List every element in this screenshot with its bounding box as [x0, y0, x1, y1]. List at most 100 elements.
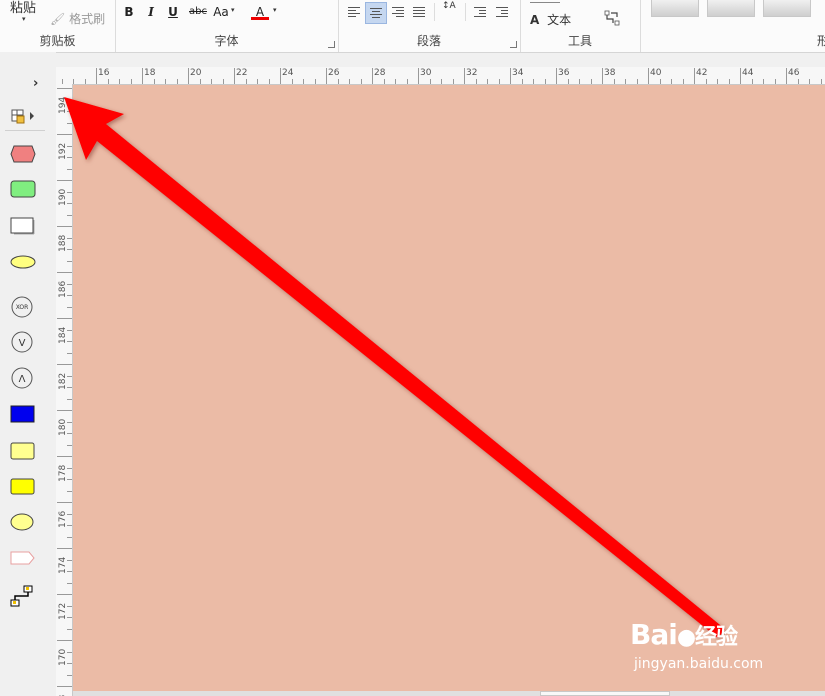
ruler-minor-tick — [556, 79, 557, 84]
ruler-minor-tick — [67, 491, 72, 492]
text-tool-icon: A — [530, 13, 540, 27]
format-painter-button[interactable]: 🖌 格式刷 — [50, 10, 105, 27]
ruler-minor-tick — [67, 157, 72, 158]
shape-xor-gate[interactable]: XOR — [10, 295, 34, 322]
ruler-label: 36 — [558, 68, 570, 78]
tools-group: A 文本 工具 — [520, 0, 641, 52]
style-preset-2[interactable] — [707, 0, 755, 17]
ruler-minor-tick — [67, 387, 72, 388]
ruler-minor-tick — [67, 583, 72, 584]
paragraph-dialog-launcher-icon[interactable] — [510, 41, 517, 48]
chevron-down-icon: ▾ — [231, 6, 235, 14]
shape-and-gate[interactable]: Λ — [10, 366, 34, 393]
shape-connector[interactable] — [10, 584, 36, 611]
align-right-icon[interactable] — [390, 4, 406, 20]
format-painter-label: 格式刷 — [69, 12, 106, 26]
justify-icon[interactable] — [411, 4, 427, 20]
clipboard-group-label: 剪贴板 — [39, 34, 76, 48]
ruler-minor-tick — [67, 123, 72, 124]
shape-or-gate[interactable]: V — [10, 330, 34, 357]
ruler-minor-tick — [717, 79, 718, 84]
ruler-minor-tick — [533, 79, 534, 84]
font-dialog-launcher-icon[interactable] — [328, 41, 335, 48]
ruler-vertical: 1941921901881861841821801781761741721701… — [56, 84, 73, 696]
library-icon[interactable] — [11, 109, 34, 125]
ruler-minor-tick — [67, 629, 72, 630]
ruler-minor-tick — [67, 284, 72, 285]
shape-rect-white[interactable] — [10, 217, 36, 238]
ruler-minor-tick — [67, 353, 72, 354]
horizontal-scrollbar[interactable] — [73, 691, 825, 696]
ruler-minor-tick — [177, 79, 178, 84]
style-preset-1[interactable] — [651, 0, 699, 17]
ruler-minor-tick — [200, 79, 201, 84]
ruler-horizontal: 16 18 20 22 24 26 28 30 32 34 36 38 40 42 44 46 — [56, 67, 825, 85]
ruler-minor-tick — [67, 307, 72, 308]
ruler-label: 28 — [374, 68, 386, 78]
drawing-canvas[interactable] — [73, 85, 825, 691]
text-tool-button[interactable]: A 文本 — [530, 11, 571, 28]
ruler-minor-tick — [499, 79, 500, 84]
ruler-minor-tick — [602, 79, 603, 84]
align-left-icon[interactable] — [346, 4, 362, 20]
ruler-minor-tick — [545, 79, 546, 84]
shape-ellipse-light-yellow[interactable] — [10, 513, 36, 534]
ruler-minor-tick — [67, 318, 72, 319]
expand-sidebar-button[interactable]: › — [33, 76, 38, 91]
ruler-minor-tick — [67, 88, 72, 89]
horizontal-scrollbar-thumb[interactable] — [540, 691, 670, 696]
font-group: B I U abc Aa ▾ A ▾ 字体 — [115, 0, 339, 52]
decrease-indent-icon[interactable] — [472, 4, 488, 20]
connector-tool-icon[interactable] — [604, 10, 620, 26]
underline-button[interactable]: U — [164, 4, 182, 20]
ruler-minor-tick — [67, 675, 72, 676]
text-direction-icon[interactable]: ↕A — [442, 2, 458, 20]
ruler-minor-tick — [67, 652, 72, 653]
increase-indent-icon[interactable] — [494, 4, 510, 20]
ruler-minor-tick — [338, 79, 339, 84]
ruler-minor-tick — [280, 79, 281, 84]
change-case-button[interactable]: Aa — [211, 4, 231, 20]
watermark-url: jingyan.baidu.com — [634, 656, 764, 672]
ruler-minor-tick — [706, 79, 707, 84]
ruler-minor-tick — [67, 272, 72, 273]
bold-button[interactable]: B — [120, 4, 138, 20]
ruler-minor-tick — [775, 79, 776, 84]
ruler-minor-tick — [326, 79, 327, 84]
shape-hexagon-red[interactable] — [10, 145, 36, 166]
italic-button[interactable]: I — [142, 4, 160, 20]
ruler-minor-tick — [752, 79, 753, 84]
svg-text:XOR: XOR — [16, 304, 29, 311]
ruler-minor-tick — [568, 79, 569, 84]
style-preset-3[interactable] — [763, 0, 811, 17]
ruler-minor-tick — [67, 341, 72, 342]
paw-icon: ● — [676, 625, 696, 650]
ruler-minor-tick — [441, 79, 442, 84]
ruler-minor-tick — [67, 215, 72, 216]
ruler-minor-tick — [579, 79, 580, 84]
ruler-minor-tick — [67, 226, 72, 227]
ruler-minor-tick — [67, 548, 72, 549]
align-center-icon[interactable] — [365, 2, 387, 24]
ruler-minor-tick — [798, 79, 799, 84]
shape-rounded-rect-green[interactable] — [10, 180, 36, 201]
shape-rect-yellow[interactable] — [10, 478, 36, 499]
ruler-minor-tick — [67, 433, 72, 434]
shape-rect-blue[interactable] — [10, 405, 36, 426]
ruler-minor-tick — [292, 79, 293, 84]
baidu-watermark: Bai●经验 jingyan.baidu.com — [630, 618, 790, 678]
shape-rect-light-yellow[interactable] — [10, 442, 36, 463]
ruler-minor-tick — [269, 79, 270, 84]
shape-ellipse-yellow[interactable] — [10, 255, 36, 272]
ruler-minor-tick — [648, 79, 649, 84]
ruler-minor-tick — [67, 261, 72, 262]
paste-label: 粘贴 — [10, 1, 37, 16]
ruler-minor-tick — [67, 422, 72, 423]
ruler-minor-tick — [671, 79, 672, 84]
tools-top-item[interactable] — [530, 0, 560, 3]
shape-pentagon-tag[interactable] — [10, 551, 36, 568]
font-color-button[interactable]: A — [251, 4, 269, 20]
strikethrough-button[interactable]: abc — [186, 4, 210, 20]
divider — [434, 3, 435, 21]
paste-button[interactable]: 粘贴 ▾ — [10, 0, 37, 23]
